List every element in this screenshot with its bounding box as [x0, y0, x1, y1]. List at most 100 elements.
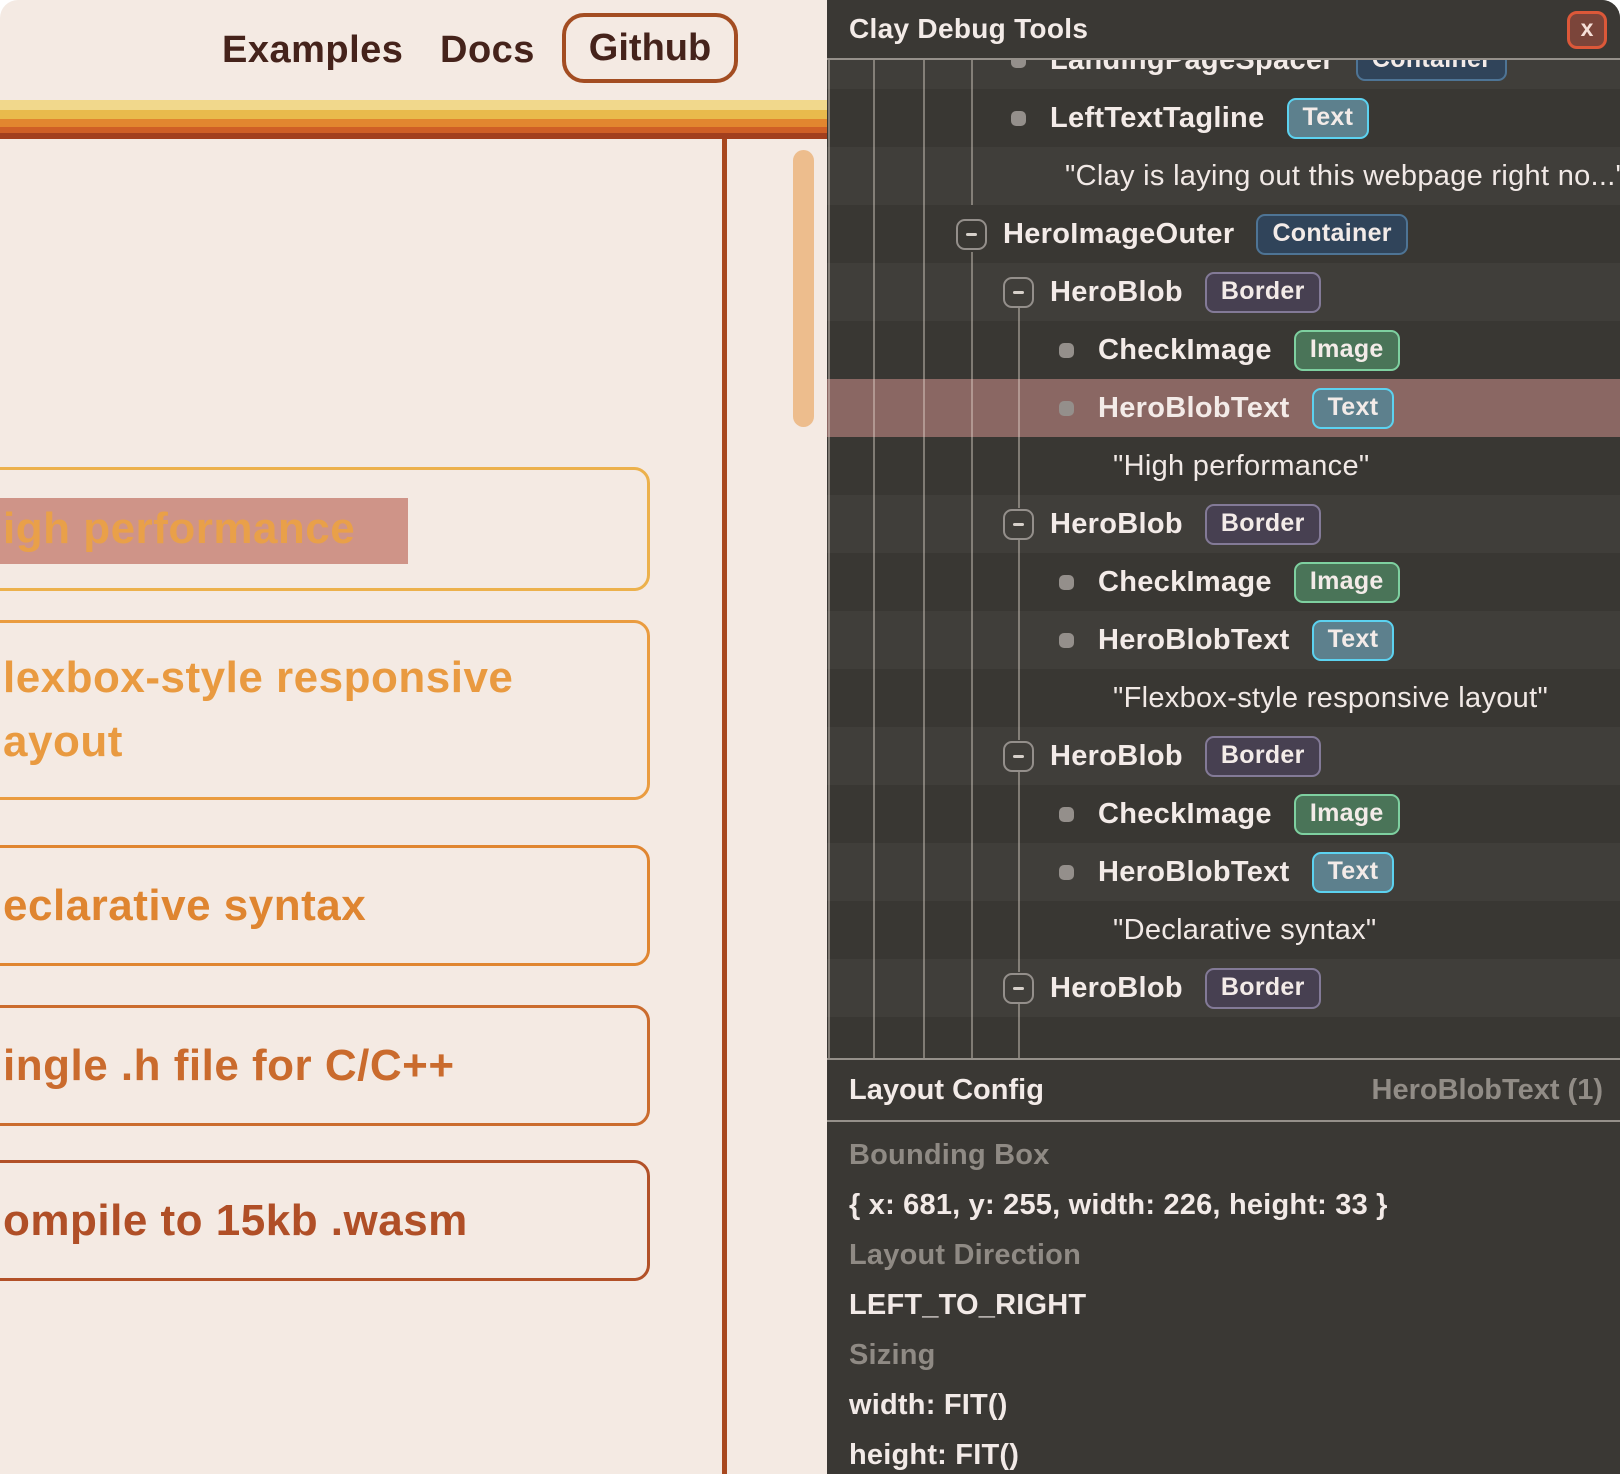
- leaf-node-icon: [1059, 807, 1074, 822]
- tree-node-row[interactable]: HeroBlobText Text: [827, 843, 1620, 901]
- feature-text: igh performance: [3, 497, 647, 561]
- element-type-badge: Text: [1312, 388, 1395, 429]
- feature-text: ayout: [3, 710, 647, 774]
- text-element-content: "Clay is laying out this webpage right n…: [1065, 160, 1620, 193]
- tree-node-name: HeroBlob: [1050, 972, 1183, 1005]
- config-property-label: Bounding Box: [849, 1130, 1600, 1180]
- page-section-divider: [722, 139, 727, 1474]
- tree-node-name: HeroBlobText: [1098, 856, 1290, 889]
- element-hierarchy-tree: LandingPageSpacerContainerLeftTextTaglin…: [827, 60, 1620, 1058]
- tree-node-row[interactable]: HeroBlob Border: [827, 263, 1620, 321]
- element-type-badge: Container: [1356, 60, 1507, 81]
- config-separator-mid: [827, 1120, 1620, 1122]
- element-type-badge: Border: [1205, 736, 1321, 777]
- tree-node-name: CheckImage: [1098, 566, 1272, 599]
- feature-box: lexbox-style responsiveayout: [0, 620, 650, 800]
- tree-node-name: HeroBlobText: [1098, 392, 1290, 425]
- collapse-icon[interactable]: [1003, 973, 1034, 1004]
- feature-box: igh performance: [0, 467, 650, 591]
- feature-text: ompile to 15kb .wasm: [3, 1189, 647, 1253]
- collapse-icon[interactable]: [1003, 741, 1034, 772]
- leaf-node-icon: [1059, 401, 1074, 416]
- tree-node-row[interactable]: HeroBlobText Text: [827, 611, 1620, 669]
- clay-debug-tools-panel: Clay Debug Tools x LandingPageSpacerCont…: [827, 0, 1620, 1474]
- tree-node-row[interactable]: CheckImage Image: [827, 553, 1620, 611]
- collapse-icon[interactable]: [1003, 277, 1034, 308]
- tree-node-row[interactable]: HeroBlobBorder: [827, 727, 1620, 785]
- feature-box: ompile to 15kb .wasm: [0, 1160, 650, 1281]
- gradient-stripe-1: [0, 110, 827, 119]
- top-navigation: Examples Docs Github: [0, 0, 827, 100]
- leaf-node-icon: [1059, 343, 1074, 358]
- tree-node-row[interactable]: HeroImageOuter Container: [827, 205, 1620, 263]
- feature-text: eclarative syntax: [3, 874, 647, 938]
- element-type-badge: Image: [1294, 330, 1400, 371]
- leaf-node-icon: [1011, 111, 1026, 126]
- leaf-node-icon: [1059, 865, 1074, 880]
- tree-node-row[interactable]: HeroBlob Border: [827, 959, 1620, 1017]
- decorative-gradient-stripes: [0, 100, 827, 139]
- indent-guide-line: [1018, 308, 1020, 508]
- feature-text: lexbox-style responsive: [3, 646, 647, 710]
- debug-panel-titlebar: Clay Debug Tools x: [827, 0, 1620, 58]
- config-section-title: Layout Config: [849, 1060, 1044, 1120]
- github-button[interactable]: Github: [562, 13, 738, 83]
- tree-text-content-row: "Declarative syntax": [827, 901, 1620, 959]
- tree-text-content-row: "High performance": [827, 437, 1620, 495]
- tree-node-name: HeroBlobText: [1098, 624, 1290, 657]
- indent-guide-line: [1018, 540, 1020, 740]
- close-icon[interactable]: x: [1567, 11, 1607, 49]
- config-header: Layout Config HeroBlobText (1): [827, 1060, 1620, 1120]
- page-scrollbar-thumb[interactable]: [793, 150, 814, 427]
- indent-guide-line: [923, 60, 925, 1058]
- element-type-badge: Container: [1256, 214, 1407, 255]
- tree-node-row[interactable]: LeftTextTagline Text: [827, 89, 1620, 147]
- tree-node-name: HeroBlob: [1050, 276, 1183, 309]
- tree-node-row[interactable]: CheckImage Image: [827, 785, 1620, 843]
- screenshot-root: Examples Docs Github igh performance lexb…: [0, 0, 1620, 1474]
- titlebar-separator: [827, 58, 1620, 60]
- tree-node-row[interactable]: CheckImageImage: [827, 321, 1620, 379]
- text-element-content: "Declarative syntax": [1113, 914, 1377, 947]
- tree-node-row[interactable]: HeroBlobBorder: [827, 495, 1620, 553]
- clay-website-page: Examples Docs Github igh performance lexb…: [0, 0, 827, 1474]
- collapse-icon[interactable]: [956, 219, 987, 250]
- config-property-value: height: FIT(): [849, 1430, 1600, 1474]
- element-type-badge: Border: [1205, 504, 1321, 545]
- leaf-node-icon: [1059, 575, 1074, 590]
- indent-guide-line: [873, 60, 875, 1058]
- config-property-list: Bounding Box{ x: 681, y: 255, width: 226…: [849, 1130, 1600, 1474]
- config-property-value: width: FIT(): [849, 1380, 1600, 1430]
- tree-node-name: LeftTextTagline: [1050, 102, 1265, 135]
- config-property-label: Layout Direction: [849, 1230, 1600, 1280]
- indent-guide-line: [971, 252, 973, 1058]
- indent-guide-line: [1018, 1004, 1020, 1058]
- element-type-badge: Text: [1312, 620, 1395, 661]
- element-type-badge: Image: [1294, 562, 1400, 603]
- feature-box: ingle .h file for C/C++: [0, 1005, 650, 1126]
- config-property-label: Sizing: [849, 1330, 1600, 1380]
- element-type-badge: Image: [1294, 794, 1400, 835]
- tree-text-content-row: "Flexbox-style responsive layout": [827, 669, 1620, 727]
- tree-node-name: CheckImage: [1098, 798, 1272, 831]
- collapse-icon[interactable]: [1003, 509, 1034, 540]
- element-type-badge: Border: [1205, 968, 1321, 1009]
- indent-guide-line: [1018, 772, 1020, 972]
- feature-text: ingle .h file for C/C++: [3, 1034, 647, 1098]
- nav-link-examples[interactable]: Examples: [222, 0, 403, 100]
- element-type-badge: Text: [1312, 852, 1395, 893]
- tree-text-content-row: "Clay is laying out this webpage right n…: [827, 147, 1620, 205]
- gradient-stripe-0: [0, 100, 827, 110]
- tree-node-row[interactable]: LandingPageSpacerContainer: [827, 60, 1620, 89]
- element-type-badge: Border: [1205, 272, 1321, 313]
- layout-config-section: Layout Config HeroBlobText (1) Bounding …: [827, 1058, 1620, 1474]
- tree-node-name: HeroImageOuter: [1003, 218, 1234, 251]
- nav-link-docs[interactable]: Docs: [440, 0, 535, 100]
- indent-guide-line: [828, 60, 830, 1058]
- config-property-value: { x: 681, y: 255, width: 226, height: 33…: [849, 1180, 1600, 1230]
- tree-node-row[interactable]: HeroBlobText Text: [827, 379, 1620, 437]
- element-type-badge: Text: [1287, 98, 1370, 139]
- config-property-value: LEFT_TO_RIGHT: [849, 1280, 1600, 1330]
- selected-element-label: HeroBlobText (1): [1372, 1060, 1603, 1120]
- gradient-stripe-2: [0, 119, 827, 127]
